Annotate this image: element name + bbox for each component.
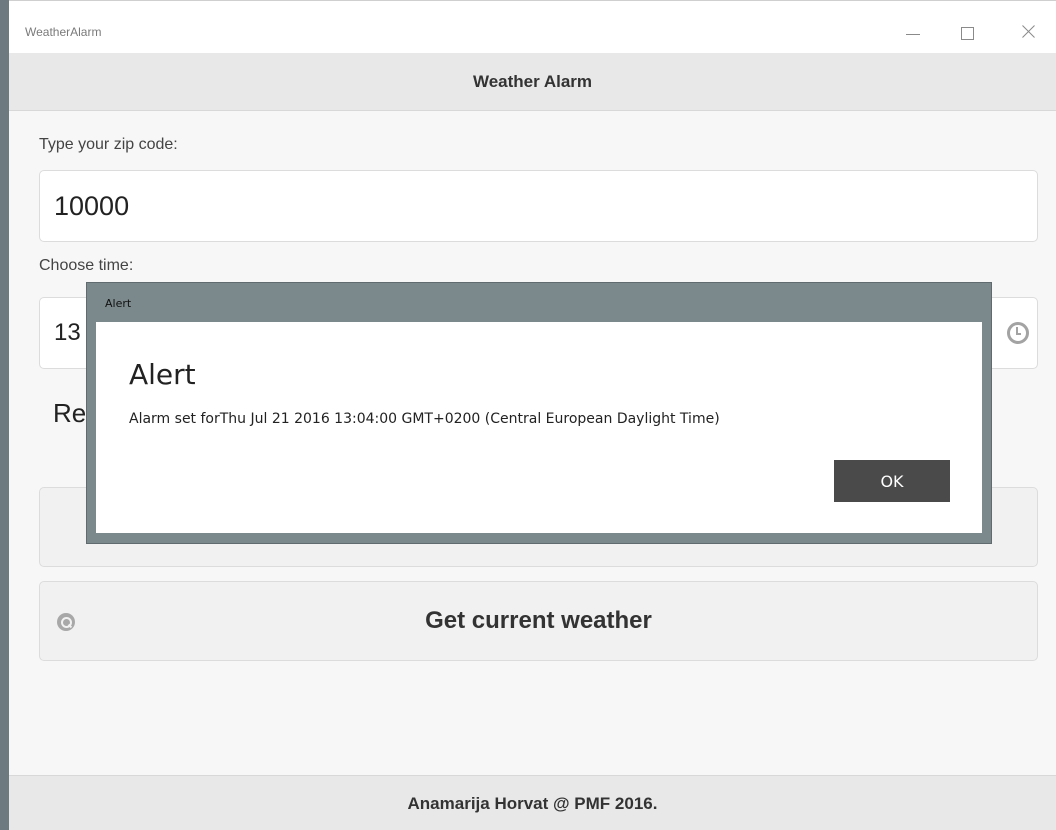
time-label: Choose time: [39, 257, 134, 274]
clock-icon[interactable] [1007, 322, 1029, 344]
alert-dialog-body: Alert Alarm set forThu Jul 21 2016 13:04… [96, 322, 982, 533]
footer: Anamarija Horvat @ PMF 2016. [9, 775, 1056, 830]
title-bar: WeatherAlarm [9, 0, 1056, 53]
search-icon [57, 613, 75, 631]
minimize-button[interactable] [900, 19, 926, 45]
ok-button[interactable]: OK [834, 460, 950, 502]
alert-dialog: Alert Alert Alarm set forThu Jul 21 2016… [86, 282, 992, 544]
get-current-weather-label: Get current weather [425, 607, 652, 634]
window-left-edge [0, 0, 9, 830]
alert-message: Alarm set forThu Jul 21 2016 13:04:00 GM… [129, 411, 720, 427]
zip-code-value: 10000 [54, 191, 130, 221]
footer-credit: Anamarija Horvat @ PMF 2016. [407, 794, 658, 813]
zip-code-label: Type your zip code: [39, 136, 178, 153]
alert-dialog-title: Alert [105, 297, 132, 310]
maximize-button[interactable] [954, 19, 980, 45]
page-title: Weather Alarm [472, 72, 593, 91]
get-current-weather-button[interactable]: Get current weather [39, 581, 1038, 661]
alarm-status-text: Re [53, 398, 87, 428]
app-header: Weather Alarm [9, 53, 1056, 111]
alert-heading: Alert [129, 358, 196, 391]
zip-code-input[interactable]: 10000 [39, 170, 1038, 242]
window-title: WeatherAlarm [25, 25, 102, 39]
time-value: 13 [54, 319, 81, 346]
close-button[interactable] [1015, 19, 1041, 45]
